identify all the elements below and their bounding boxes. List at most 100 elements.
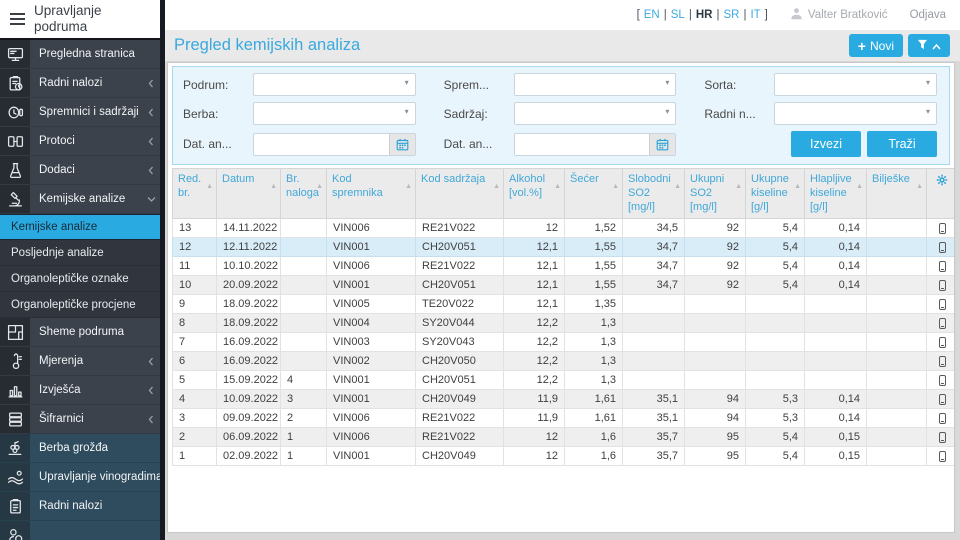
sidebar-item-label: Upravljanje vinogradima — [30, 463, 160, 491]
sidebar-item-izvje-a[interactable]: Izvješća — [0, 376, 160, 405]
sidebar-subitem-organolepti-ke-oznake[interactable]: Organoleptičke oznake — [0, 266, 160, 292]
table-row[interactable]: 818.09.2022VIN004SY20V04412,21,3 — [173, 314, 956, 333]
calendar-icon[interactable] — [389, 134, 415, 155]
table-row[interactable]: 1020.09.2022VIN001CH20V05112,11,5534,792… — [173, 276, 956, 295]
column-header-red-br[interactable]: Red. br.▲ — [173, 169, 217, 219]
table-row[interactable]: 616.09.2022VIN002CH20V05012,21,3 — [173, 352, 956, 371]
dashboard-icon — [0, 40, 30, 68]
table-row[interactable]: 1212.11.2022VIN001CH20V05112,11,5534,792… — [173, 238, 956, 257]
mobile-note-icon[interactable] — [939, 432, 946, 443]
sidebar-item-protoci[interactable]: Protoci — [0, 127, 160, 156]
spremnik-select[interactable]: ▾ — [514, 73, 677, 96]
column-header-datum[interactable]: Datum▲ — [217, 169, 281, 219]
table-row[interactable]: 410.09.20223VIN001CH20V04911,91,6135,194… — [173, 390, 956, 409]
column-header-kod-sadr-aja[interactable]: Kod sadržaja▲ — [416, 169, 504, 219]
mobile-note-icon[interactable] — [939, 261, 946, 272]
table-row[interactable]: 309.09.20222VIN006RE21V02211,91,6135,194… — [173, 409, 956, 428]
mobile-note-icon[interactable] — [939, 451, 946, 462]
mobile-note-icon[interactable] — [939, 242, 946, 253]
mobile-note-icon[interactable] — [939, 223, 946, 234]
date-from-input[interactable] — [254, 134, 389, 155]
sidebar-item-label: Izvješća — [30, 376, 142, 404]
language-link-it[interactable]: IT — [750, 9, 760, 21]
filter-toggle-button[interactable] — [908, 34, 950, 57]
table-row[interactable]: 206.09.20221VIN006RE21V022121,635,7955,4… — [173, 428, 956, 447]
sidebar-item-spremnici-i-sadr-aji[interactable]: Spremnici i sadržaji — [0, 98, 160, 127]
mobile-note-icon[interactable] — [939, 375, 946, 386]
column-header-e-er[interactable]: Šećer▲ — [565, 169, 623, 219]
sidebar-item-ifrarnici[interactable]: Šifrarnici — [0, 405, 160, 434]
filter-actions: IzveziTraži — [704, 131, 937, 157]
sidebar-item-kemijske-analize[interactable]: Kemijske analize — [0, 185, 160, 214]
podrum-select[interactable]: ▾ — [253, 73, 416, 96]
mobile-note-icon[interactable] — [939, 413, 946, 424]
cell-br-naloga — [281, 333, 327, 352]
calendar-icon[interactable] — [649, 134, 675, 155]
cell-datum: 10.10.2022 — [217, 257, 281, 276]
search-button[interactable]: Traži — [867, 131, 937, 157]
column-header-slobodni-so2-mg-l[interactable]: Slobodni SO2 [mg/l]▲ — [623, 169, 685, 219]
cell-red-br: 9 — [173, 295, 217, 314]
chevron-left-icon — [142, 127, 160, 155]
sadrzaj-select[interactable]: ▾ — [514, 102, 677, 125]
sidebar-item-radni-nalozi[interactable]: Radni nalozi — [0, 492, 160, 521]
cell-bilje-ke — [867, 352, 927, 371]
cell-actions — [927, 314, 956, 333]
sidebar-item-label: Dodaci — [30, 156, 142, 184]
column-header-bilje-ke[interactable]: Bilješke▲ — [867, 169, 927, 219]
date-to-input[interactable] — [515, 134, 650, 155]
mobile-note-icon[interactable] — [939, 280, 946, 291]
logout-link[interactable]: Odjava — [910, 9, 946, 21]
sidebar-item-sheme-podruma[interactable]: Sheme podruma — [0, 318, 160, 347]
column-header-hlapljive-kiseline-g-l[interactable]: Hlapljive kiseline [g/l]▲ — [805, 169, 867, 219]
mobile-note-icon[interactable] — [939, 318, 946, 329]
table-row[interactable]: 716.09.2022VIN003SY20V04312,21,3 — [173, 333, 956, 352]
table-empty-area — [168, 466, 954, 532]
cell-slobodni-so2-mg-l: 34,7 — [623, 238, 685, 257]
language-link-hr[interactable]: HR — [696, 9, 713, 21]
vineyard-icon — [0, 463, 30, 491]
sidebar-subitem-kemijske-analize[interactable]: Kemijske analize — [0, 214, 160, 240]
table-row[interactable]: 1314.11.2022VIN006RE21V022121,5234,5925,… — [173, 219, 956, 238]
cell-alkohol-vol: 12 — [504, 447, 565, 466]
cell-ukupni-so2-mg-l: 95 — [685, 428, 746, 447]
table-row[interactable]: 918.09.2022VIN005TE20V02212,11,35 — [173, 295, 956, 314]
column-label: Alkohol [vol.%] — [509, 173, 545, 199]
sidebar-subitem-posljednje-analize[interactable]: Posljednje analize — [0, 240, 160, 266]
language-link-sr[interactable]: SR — [723, 9, 739, 21]
sidebar-item-berba-gro-a[interactable]: Berba grožđa — [0, 434, 160, 463]
column-header-ukupne-kiseline-g-l[interactable]: Ukupne kiseline [g/l]▲ — [746, 169, 805, 219]
sidebar-item-radni-nalozi[interactable]: Radni nalozi — [0, 69, 160, 98]
hamburger-menu-icon[interactable] — [10, 13, 25, 25]
sidebar-subitem-organolepti-ke-procjene[interactable]: Organoleptičke procjene — [0, 292, 160, 318]
cell-hlapljive-kiseline-g-l: 0,15 — [805, 447, 867, 466]
language-link-sl[interactable]: SL — [671, 9, 685, 21]
radni-nalog-select[interactable]: ▾ — [774, 102, 937, 125]
column-header-settings[interactable] — [927, 169, 956, 219]
cell-kod-sadr-aja: CH20V051 — [416, 238, 504, 257]
sidebar-item-dodaci[interactable]: Dodaci — [0, 156, 160, 185]
berba-select[interactable]: ▾ — [253, 102, 416, 125]
column-header-kod-spremnika[interactable]: Kod spremnika▲ — [327, 169, 416, 219]
sidebar-item-item[interactable] — [0, 521, 160, 540]
table-row[interactable]: 1110.10.2022VIN006RE21V02212,11,5534,792… — [173, 257, 956, 276]
column-header-alkohol-vol[interactable]: Alkohol [vol.%]▲ — [504, 169, 565, 219]
language-link-en[interactable]: EN — [644, 9, 660, 21]
sidebar-item-upravljanje-vinogradima[interactable]: Upravljanje vinogradima — [0, 463, 160, 492]
sidebar-item-pregledna-stranica[interactable]: Pregledna stranica — [0, 40, 160, 69]
column-header-ukupni-so2-mg-l[interactable]: Ukupni SO2 [mg/l]▲ — [685, 169, 746, 219]
mobile-note-icon[interactable] — [939, 356, 946, 367]
table-row[interactable]: 515.09.20224VIN001CH20V05112,21,3 — [173, 371, 956, 390]
mobile-note-icon[interactable] — [939, 299, 946, 310]
export-button[interactable]: Izvezi — [791, 131, 861, 157]
plus-icon: + — [858, 39, 866, 53]
filter-label: Dat. an... — [183, 137, 245, 151]
mobile-note-icon[interactable] — [939, 337, 946, 348]
sidebar-item-mjerenja[interactable]: Mjerenja — [0, 347, 160, 376]
mobile-note-icon[interactable] — [939, 394, 946, 405]
new-button[interactable]: + Novi — [849, 34, 903, 57]
title-actions: + Novi — [849, 34, 950, 57]
sorta-select[interactable]: ▾ — [774, 73, 937, 96]
table-row[interactable]: 102.09.20221VIN001CH20V049121,635,7955,4… — [173, 447, 956, 466]
column-header-br-naloga[interactable]: Br. naloga▲ — [281, 169, 327, 219]
